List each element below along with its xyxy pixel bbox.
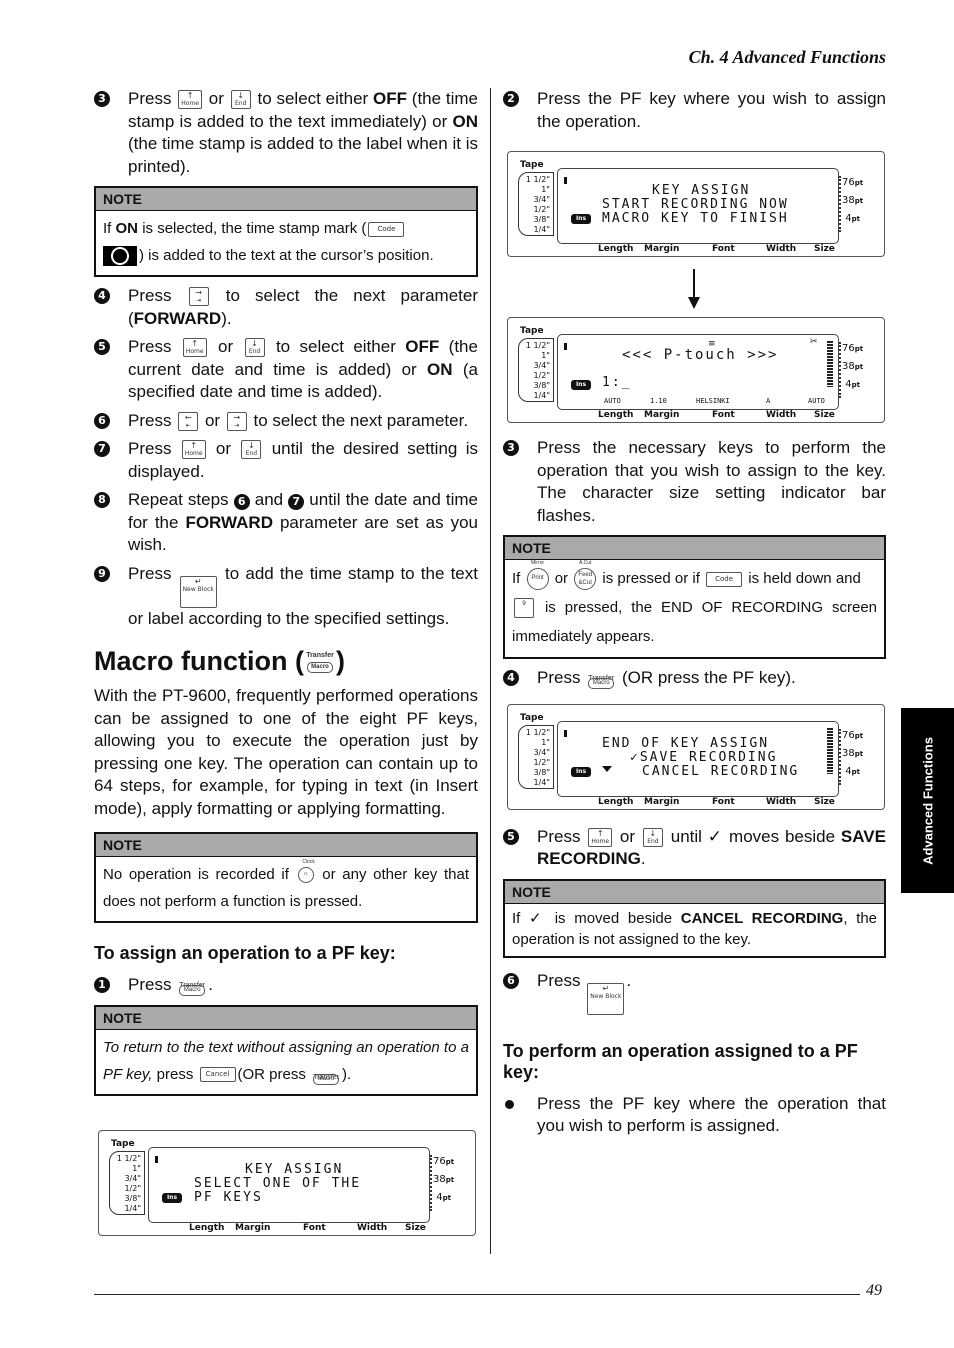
perform-bullet: Press the PF key where the operation tha… (503, 1093, 886, 1138)
size-bar-icon (827, 341, 833, 387)
lcd-display-select-pf: Tape 1 1/2" 1" 3/4" 1/2" 3/8" 1/4" Ins KEY AS… (98, 1129, 476, 1236)
end-key-icon: ↓ End (244, 338, 265, 358)
step-4: 4 Press → ⇥ to select the next parameter … (94, 285, 478, 330)
new-block-key-icon: ↵ New Block (587, 982, 625, 1015)
step-6: 6 Press ← ⇤ or → ⇥ to select the next para… (94, 410, 478, 433)
note-box-time-stamp: NOTE If ON is selected, the time stamp m… (94, 186, 478, 277)
lcd-display-start-recording: Tape 1 1/2" 1" 3/4" 1/2" 3/8" 1/4" Ins KEY AS… (507, 151, 885, 257)
note-box-cancel: NOTE To return to the text without assig… (94, 1004, 478, 1096)
tab-right-key-icon: → ⇥ (226, 411, 247, 431)
assign-step-6: 6 Press ↵ New Block. (503, 970, 886, 1015)
subheading-assign: To assign an operation to a PF key: (94, 943, 396, 963)
column-divider (490, 88, 491, 1254)
insert-mode-badge: Ins (571, 766, 591, 777)
feed-cut-key-icon: A.Cut Feed &Cut (574, 560, 597, 591)
assign-step-3: 3 Press the necessary keys to perform th… (503, 437, 886, 527)
chapter-side-tab: Advanced Functions (901, 708, 954, 893)
insert-mode-badge: Ins (571, 214, 591, 224)
cursor-icon (564, 177, 567, 184)
note-box-clock: NOTE No operation is recorded if Clock ☼ … (94, 832, 478, 923)
down-arrow-icon (503, 267, 886, 311)
insert-mode-badge: Ins (162, 1192, 182, 1203)
cursor-icon (564, 343, 567, 350)
left-column: 3 Press ↑ Home or ↓ End to select either O… (94, 88, 478, 1246)
dropdown-triangle-icon (602, 765, 612, 772)
cursor-icon (564, 729, 567, 737)
subheading-perform: To perform an operation assigned to a PF… (503, 1040, 858, 1082)
step-number: 3 (94, 91, 110, 107)
assign-step-2: 2 Press the PF key where you wish to ass… (503, 88, 886, 133)
section-heading-macro: Macro function (Transfer Macro) (94, 646, 345, 676)
step-7: 7 Press ↑ Home or ↓ End until the desired … (94, 438, 478, 483)
macro-intro-paragraph: With the PT-9600, frequently performed o… (94, 686, 478, 818)
home-key-icon: ↑ Home (181, 440, 206, 460)
insert-mode-badge: Ins (571, 380, 591, 390)
macro-key-icon: Transfer Macro (177, 975, 207, 997)
assign-step-5: 5 Press ↑ Home or ↓ End until ✓ moves besi… (503, 826, 886, 871)
clock-key-icon: Clock ☼ (297, 859, 315, 884)
print-key-icon: Mirror Print (526, 560, 549, 591)
macro-key-icon: Transfer Macro (586, 668, 616, 690)
lcd-screen: Ins KEY ASSIGN SELECT ONE OF THE PF KEYS (148, 1146, 430, 1223)
footer-rule (94, 1294, 860, 1295)
assign-step-4: 4 Press Transfer Macro (OR press the PF k… (503, 667, 886, 690)
page-number: 49 (866, 1282, 882, 1299)
step-9: 9 Press ↵ New Block to add the time stamp… (94, 563, 478, 631)
tape-size-list: 1 1/2" 1" 3/4" 1/2" 3/8" 1/4" (109, 1150, 145, 1215)
note-box-end-recording: NOTE If Mirror Print or A.Cut Feed &Cut is… (503, 535, 886, 659)
code-key-icon: Code (706, 571, 743, 587)
step-5: 5 Press ↑ Home or ↓ End to select either O… (94, 336, 478, 404)
lcd-display-end-assign: Tape 1 1/2" 1" 3/4" 1/2" 3/8" 1/4" Ins END OF… (507, 703, 885, 810)
size-bar-icon (827, 727, 833, 774)
size-indicator-bar (430, 1154, 432, 1211)
code-key-icon: Code (368, 221, 405, 237)
home-key-icon: ↑ Home (182, 338, 207, 358)
nine-key-icon: 9 (514, 598, 534, 619)
clock-mark-icon (103, 246, 137, 267)
end-key-icon: ↓ End (230, 90, 251, 110)
note-box-cancel-recording: NOTE If ✓ is moved beside CANCEL RECORDI… (503, 878, 886, 958)
note-body: If ON is selected, the time stamp mark (… (96, 211, 476, 275)
assign-step-1: 1 Press Transfer Macro. (94, 974, 478, 997)
end-key-icon: ↓ End (241, 440, 262, 460)
home-key-icon: ↑ Home (588, 827, 613, 847)
home-key-icon: ↑ Home (178, 90, 202, 110)
cursor-icon (155, 1155, 158, 1163)
macro-key-icon: Transfer Macro (305, 652, 335, 674)
macro-key-icon: Transfer Macro (311, 1064, 341, 1086)
running-head: Ch. 4 Advanced Functions (688, 47, 886, 67)
right-column: 2 Press the PF key where you wish to ass… (503, 88, 886, 1144)
note-title: NOTE (96, 188, 476, 211)
tab-right-key-icon: → ⇥ (188, 287, 209, 307)
tab-left-key-icon: ← ⇤ (178, 411, 199, 431)
step-3: 3 Press ↑ Home or ↓ End to select either O… (94, 88, 478, 178)
point-size-list: 76pt 38pt 4pt (433, 1155, 455, 1203)
step-8: 8 Repeat steps 6 and 7 until the date an… (94, 489, 478, 557)
lcd-display-ptouch: Tape 1 1/2" 1" 3/4" 1/2" 3/8" 1/4" ≡ ✂ Ins <<… (507, 317, 885, 423)
end-key-icon: ↓ End (642, 827, 663, 847)
new-block-key-icon: ↵ New Block (179, 575, 217, 608)
bullet-icon (505, 1099, 514, 1109)
cut-scissors-icon: ✂ (810, 337, 818, 347)
cancel-key-icon: Cancel (199, 1067, 236, 1083)
